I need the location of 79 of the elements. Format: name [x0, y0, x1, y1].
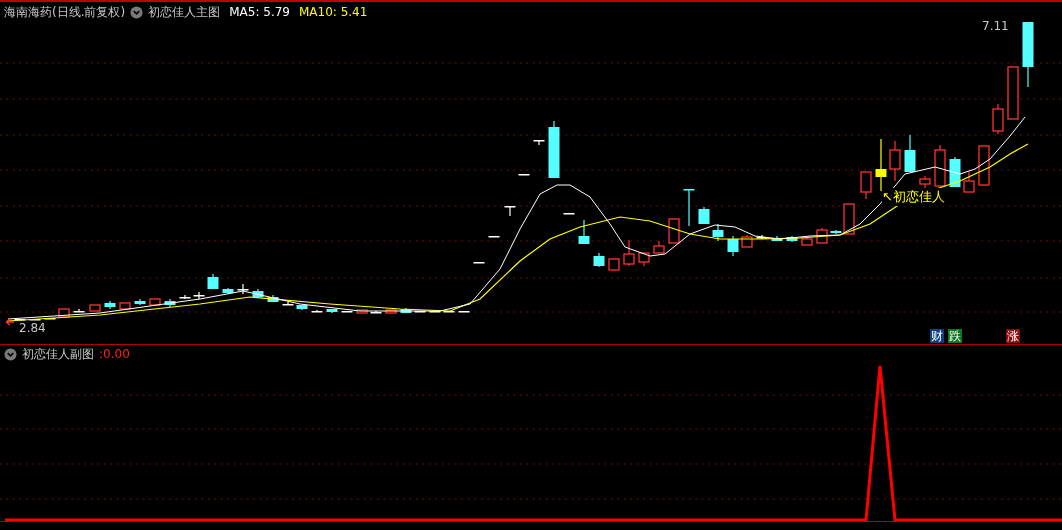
candlestick: [860, 171, 872, 200]
candlestick: [222, 287, 234, 295]
candlestick: [683, 188, 695, 227]
candlestick: [458, 310, 470, 313]
candlestick: [414, 310, 426, 313]
candlestick: [58, 308, 70, 318]
candlestick: [296, 304, 308, 311]
candlestick: [179, 294, 191, 300]
candlestick: [149, 298, 161, 306]
dropdown-icon[interactable]: [130, 5, 144, 19]
candlestick: [992, 103, 1004, 135]
candlestick: [119, 302, 131, 310]
candlestick: [473, 261, 485, 264]
candlestick: [400, 307, 412, 314]
candlestick: [252, 288, 264, 298]
candlestick: [356, 309, 368, 314]
candlestick: [978, 145, 990, 186]
candlestick: [73, 308, 85, 313]
candlestick: [518, 173, 530, 176]
candlestick: [504, 205, 516, 217]
candlestick: [801, 237, 813, 246]
candlestick: [638, 252, 650, 267]
legend-value: MA5: 5.79: [229, 5, 290, 19]
candlestick: [326, 308, 338, 314]
candlestick: [1007, 66, 1019, 120]
candlestick: [593, 252, 605, 268]
candlestick: [712, 223, 724, 242]
candlestick: [207, 273, 219, 290]
candlestick: [311, 309, 323, 313]
candlestick: [816, 227, 828, 244]
signal-annotation: ↖初恋佳人: [882, 188, 945, 206]
candlestick: [429, 310, 441, 313]
low-price-label: 2.84: [19, 322, 46, 335]
candlestick: [727, 235, 739, 257]
candlestick: [164, 298, 176, 308]
event-marker[interactable]: 财: [930, 329, 944, 343]
candlestick: [623, 239, 635, 267]
candlestick: [889, 140, 901, 182]
candlestick: [341, 310, 353, 313]
candlestick: [488, 235, 500, 238]
candlestick: [89, 304, 101, 312]
candlestick: [698, 206, 710, 225]
indicator-value: :0.00: [99, 347, 130, 361]
dropdown-icon[interactable]: [4, 347, 17, 361]
candlestick: [563, 212, 575, 215]
candlestick: [385, 309, 397, 314]
candlestick: [193, 291, 205, 300]
candlestick: [934, 144, 946, 187]
security-title: 海南海药(日线.前复权): [4, 3, 126, 21]
candlestick: [1022, 22, 1034, 88]
candlestick: [104, 300, 116, 310]
candlestick: [963, 171, 975, 193]
arrow-icon: [5, 318, 15, 326]
candlestick: [741, 234, 753, 248]
candlestick: [29, 318, 41, 321]
candlestick: [282, 301, 294, 306]
candlestick: [668, 218, 680, 244]
indicator-name: 初恋佳人主图: [148, 3, 221, 21]
candlestick: [904, 134, 916, 173]
candlestick: [134, 298, 146, 306]
candlestick: [949, 156, 961, 188]
candlestick: [443, 310, 455, 313]
candlestick: [267, 294, 279, 303]
event-marker[interactable]: 跌: [948, 329, 962, 343]
candlestick: [771, 235, 783, 242]
event-marker[interactable]: 涨: [1006, 329, 1020, 343]
indicator-name: 初恋佳人副图: [22, 345, 94, 363]
candlestick: [370, 310, 382, 314]
candlestick: [653, 240, 665, 254]
candlestick: [786, 235, 798, 243]
candlestick: [533, 139, 545, 146]
candlestick: [578, 219, 590, 245]
candlestick: [875, 138, 887, 192]
legend-value: MA10: 5.41: [298, 5, 368, 19]
candlestick: [237, 283, 249, 295]
candlestick: [44, 317, 56, 320]
high-price-label: 7.11: [982, 19, 1009, 33]
candlestick: [548, 120, 560, 179]
candlestick: [608, 258, 620, 271]
